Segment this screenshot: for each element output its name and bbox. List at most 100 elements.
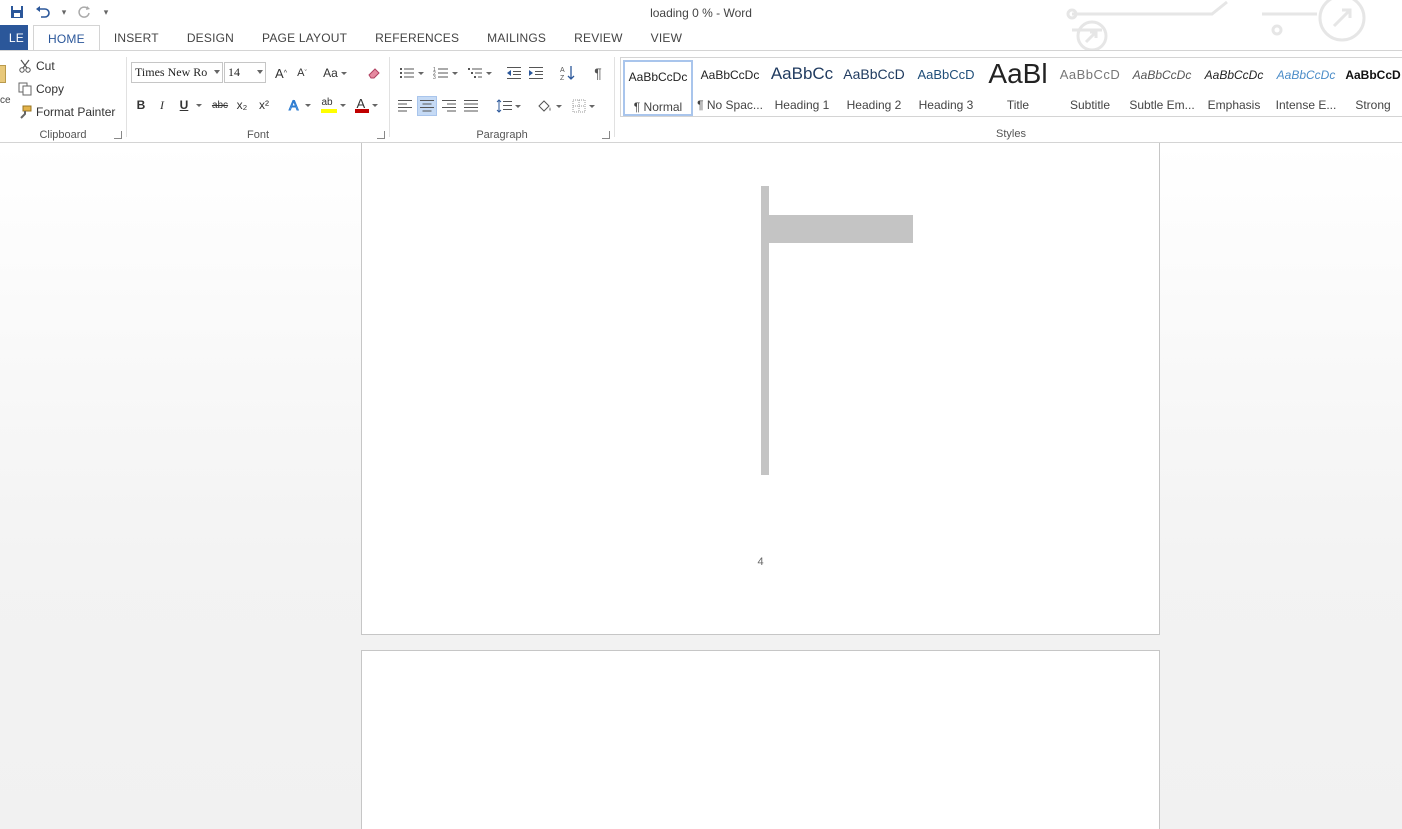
chevron-down-icon (417, 71, 424, 75)
chevron-down-icon (257, 70, 263, 74)
numbering-button[interactable]: 123 (430, 63, 460, 83)
style-title[interactable]: AaBl Title (983, 60, 1053, 116)
page-number: 4 (757, 556, 764, 568)
align-left-button[interactable] (395, 96, 415, 116)
copy-icon (18, 82, 32, 96)
paragraph-dialog-launcher[interactable] (602, 131, 610, 139)
format-painter-icon (18, 105, 32, 119)
style-emphasis[interactable]: AaBbCcDc Emphasis (1199, 60, 1269, 116)
document-area[interactable]: 4 (0, 143, 1402, 829)
font-group-label: Font (246, 129, 269, 141)
style-no-spacing[interactable]: AaBbCcDc ¶ No Spac... (695, 60, 765, 116)
format-painter-button[interactable]: Format Painter (18, 105, 115, 119)
copy-label: Copy (36, 82, 65, 96)
paint-bucket-icon (537, 100, 550, 112)
sort-button[interactable]: AZ (558, 63, 578, 83)
subscript-button[interactable]: x₂ (233, 95, 251, 115)
text-effects-icon: A (288, 98, 299, 112)
bullets-button[interactable] (396, 63, 426, 83)
decrease-indent-button[interactable] (504, 63, 524, 83)
style-subtitle[interactable]: AaBbCcD Subtitle (1055, 60, 1125, 116)
bold-button[interactable]: B (133, 95, 149, 115)
decrease-indent-icon (507, 67, 521, 79)
style-normal[interactable]: AaBbCcDc ¶ Normal (623, 60, 693, 116)
justify-icon (464, 100, 478, 112)
cut-button[interactable]: Cut (18, 59, 55, 73)
align-right-button[interactable] (439, 96, 459, 116)
change-case-label: Aa (323, 66, 338, 80)
chevron-down-icon (340, 71, 347, 75)
tab-home[interactable]: HOME (33, 25, 100, 51)
borders-button[interactable] (568, 96, 598, 116)
title-bar: ▾ ▾ loading 0 % - Word (0, 0, 1402, 50)
font-color-icon: A (354, 96, 369, 113)
font-family-select[interactable]: Times New Ro (131, 62, 223, 83)
svg-text:3: 3 (433, 75, 436, 80)
underline-dropdown[interactable] (193, 95, 202, 115)
clipboard-group-label: Clipboard (39, 129, 87, 141)
show-formatting-button[interactable]: ¶ (588, 63, 608, 83)
clipboard-dialog-launcher[interactable] (114, 131, 122, 139)
tab-design[interactable]: DESIGN (173, 25, 248, 50)
justify-button[interactable] (461, 96, 481, 116)
document-page-next[interactable] (361, 650, 1160, 829)
font-group: Times New Ro 14 A ^ Aˇ Aa B I U abc x₂ x²… (127, 55, 389, 143)
styles-group-label: Styles (996, 128, 1026, 140)
highlighter-icon: ab (320, 97, 337, 113)
highlight-color-swatch (320, 109, 337, 113)
paste-icon[interactable] (0, 65, 6, 83)
superscript-button[interactable]: x² (255, 95, 273, 115)
font-dialog-launcher[interactable] (377, 131, 385, 139)
chevron-down-icon (339, 103, 346, 107)
document-page[interactable]: 4 (361, 143, 1160, 635)
sort-icon: AZ (560, 66, 575, 81)
chevron-down-icon (214, 70, 220, 74)
style-subtle-emphasis[interactable]: AaBbCcDc Subtle Em... (1127, 60, 1197, 116)
clear-formatting-button[interactable] (365, 63, 383, 83)
style-heading-1[interactable]: AaBbCc Heading 1 (767, 60, 837, 116)
shrink-font-button[interactable]: Aˇ (294, 63, 310, 83)
paste-label[interactable]: ce (0, 95, 11, 106)
change-case-button[interactable]: Aa (320, 63, 350, 83)
multilevel-list-button[interactable] (464, 63, 494, 83)
text-effects-button[interactable]: A (285, 95, 313, 115)
align-center-button[interactable] (417, 96, 437, 116)
multilevel-list-icon (467, 68, 482, 78)
tab-view[interactable]: VIEW (637, 25, 696, 50)
increase-indent-button[interactable] (526, 63, 546, 83)
strikethrough-button[interactable]: abc (209, 95, 231, 115)
tab-references[interactable]: REFERENCES (361, 25, 473, 50)
shading-button[interactable] (534, 96, 564, 116)
tab-file[interactable]: LE (0, 25, 28, 50)
line-spacing-button[interactable] (493, 96, 523, 116)
tab-insert[interactable]: INSERT (100, 25, 173, 50)
svg-text:Z: Z (560, 75, 565, 81)
ribbon-home: ce Cut Copy Format Painter Clipboard Tim… (0, 50, 1402, 143)
style-heading-3[interactable]: AaBbCcD Heading 3 (911, 60, 981, 116)
tab-page-layout[interactable]: PAGE LAYOUT (248, 25, 361, 50)
chevron-down-icon (371, 103, 378, 107)
font-size-select[interactable]: 14 (224, 62, 266, 83)
chevron-down-icon (514, 104, 521, 108)
font-color-button[interactable]: A (352, 95, 380, 115)
font-size-value: 14 (228, 65, 240, 79)
chevron-down-icon (451, 71, 458, 75)
italic-button[interactable]: I (155, 95, 169, 115)
line-spacing-icon (496, 99, 512, 113)
flag-shape[interactable] (761, 215, 913, 243)
chevron-down-icon (304, 103, 311, 107)
highlight-button[interactable]: ab (319, 95, 347, 115)
tab-review[interactable]: REVIEW (560, 25, 637, 50)
grow-font-button[interactable]: A ^ (272, 63, 290, 83)
format-painter-label: Format Painter (36, 105, 116, 119)
style-heading-2[interactable]: AaBbCcD Heading 2 (839, 60, 909, 116)
clipboard-group: ce Cut Copy Format Painter Clipboard (0, 55, 126, 143)
style-intense-emphasis[interactable]: AaBbCcDc Intense E... (1271, 60, 1341, 116)
copy-button[interactable]: Copy (18, 82, 64, 96)
eraser-icon (368, 68, 380, 79)
style-strong[interactable]: AaBbCcD Strong (1343, 60, 1402, 116)
underline-button[interactable]: U (176, 95, 192, 115)
tab-mailings[interactable]: MAILINGS (473, 25, 560, 50)
cut-label: Cut (36, 59, 55, 73)
font-color-swatch (354, 109, 369, 113)
